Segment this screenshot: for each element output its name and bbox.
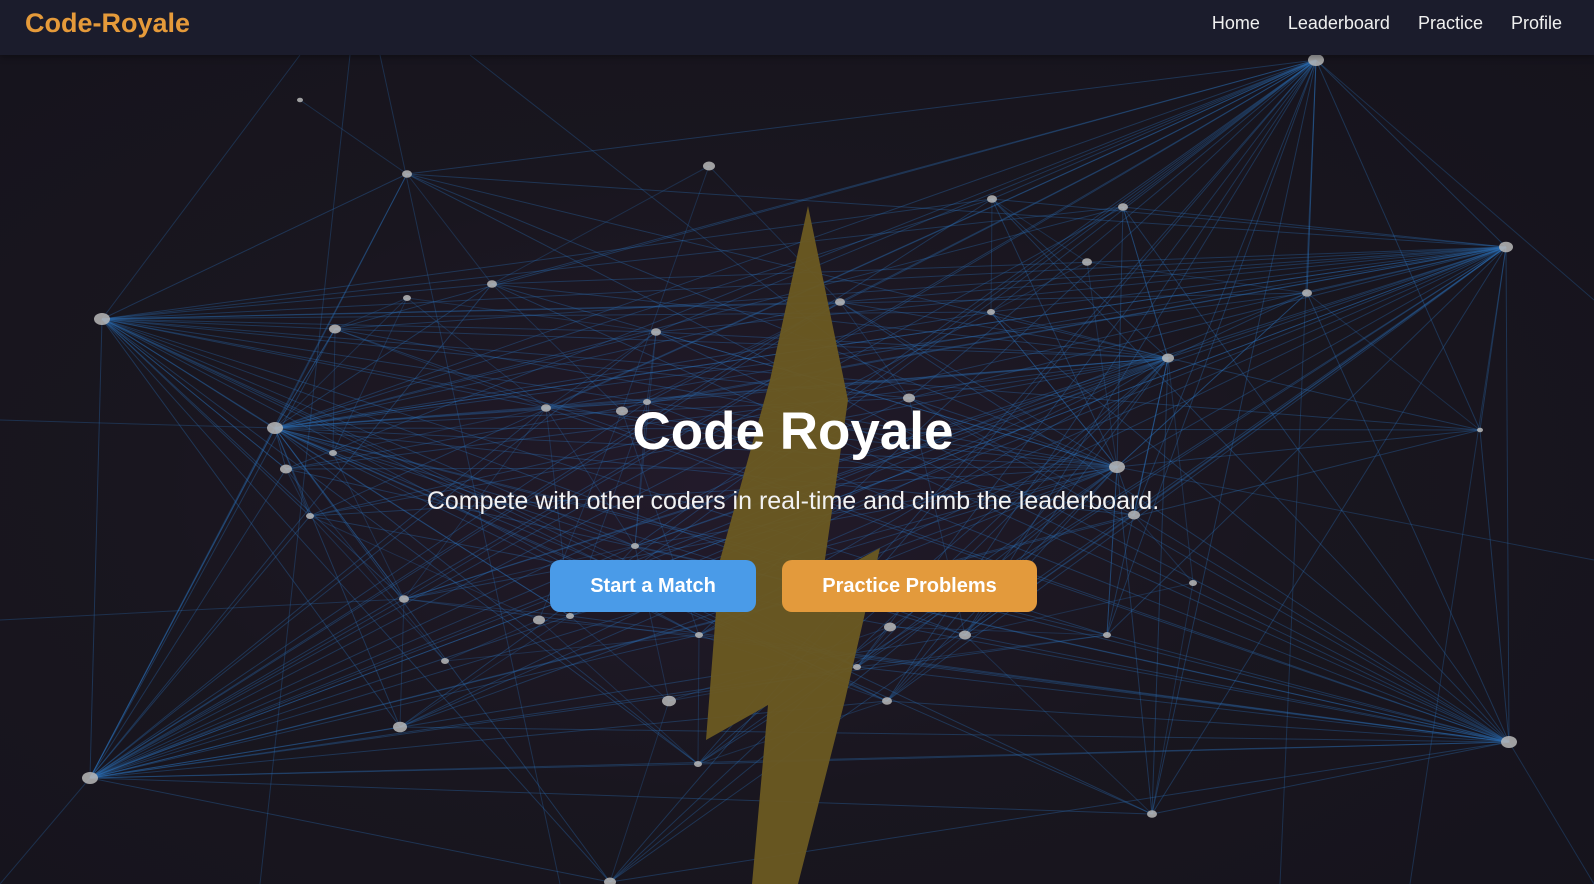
hero-title: Code Royale — [632, 402, 954, 461]
nav-profile[interactable]: Profile — [1511, 12, 1562, 34]
nav-leaderboard[interactable]: Leaderboard — [1288, 12, 1390, 34]
navbar: Code-Royale Home Leaderboard Practice Pr… — [0, 0, 1594, 55]
landing-page: Code-Royale Home Leaderboard Practice Pr… — [0, 0, 1594, 884]
start-match-button[interactable]: Start a Match — [550, 560, 756, 612]
nav-home[interactable]: Home — [1212, 12, 1260, 34]
practice-problems-button[interactable]: Practice Problems — [782, 560, 1037, 612]
brand-logo[interactable]: Code-Royale — [25, 7, 190, 39]
hero-section: Code Royale Compete with other coders in… — [0, 0, 1594, 884]
nav-links: Home Leaderboard Practice Profile — [1212, 12, 1562, 34]
hero-subtitle: Compete with other coders in real-time a… — [426, 487, 1160, 515]
nav-practice[interactable]: Practice — [1418, 12, 1483, 34]
